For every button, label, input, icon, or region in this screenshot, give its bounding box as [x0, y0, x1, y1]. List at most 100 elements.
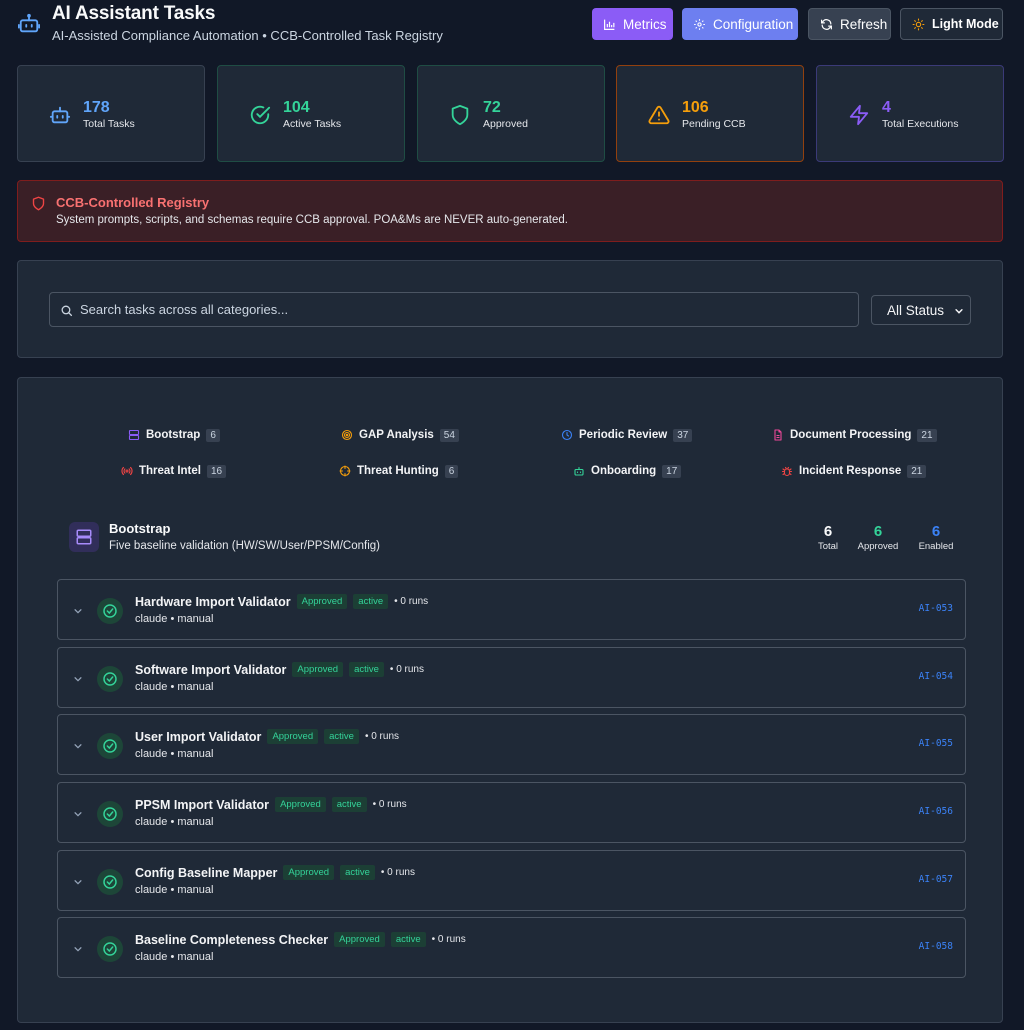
task-id: AI-055 — [918, 738, 953, 749]
server-icon — [128, 429, 140, 441]
category-label: Threat Hunting — [357, 465, 439, 477]
chevron-down-icon[interactable] — [73, 944, 83, 954]
check-circle-icon — [97, 666, 123, 692]
task-name: User Import Validator — [135, 729, 262, 744]
status-badge: Approved — [283, 865, 335, 880]
status-badge: Approved — [275, 797, 326, 812]
refresh-button[interactable]: Refresh — [808, 8, 891, 40]
section-stat-value: 6 — [931, 523, 941, 540]
server-icon — [76, 529, 92, 545]
sun-icon — [912, 18, 925, 30]
task-row[interactable]: PPSM Import Validator Approved active • … — [57, 782, 966, 843]
stat-label: Pending CCB — [682, 118, 746, 130]
chevron-down-icon[interactable] — [73, 674, 83, 684]
task-meta: claude • manual — [135, 884, 214, 896]
task-meta: claude • manual — [135, 951, 214, 963]
category-count: 21 — [907, 464, 927, 478]
check-circle-icon — [97, 733, 123, 759]
category-label: Periodic Review — [579, 429, 668, 441]
task-row[interactable]: Software Import Validator Approved activ… — [57, 647, 966, 708]
category-document-processing[interactable]: Document Processing 21 — [772, 427, 937, 443]
shield-icon — [449, 104, 471, 126]
stat-label: Total Tasks — [83, 118, 135, 130]
search-box[interactable] — [49, 292, 859, 327]
task-row[interactable]: Baseline Completeness Checker Approved a… — [57, 917, 966, 978]
check-circle-icon — [97, 936, 123, 962]
target-icon — [341, 429, 353, 441]
task-row[interactable]: Config Baseline Mapper Approved active •… — [57, 850, 966, 911]
light-mode-button-label: Light Mode — [932, 17, 999, 31]
configuration-button-label: Configuration — [713, 16, 794, 32]
category-periodic-review[interactable]: Periodic Review 37 — [561, 427, 693, 443]
category-count: 16 — [206, 464, 227, 478]
category-threat-intel[interactable]: Threat Intel 16 — [121, 463, 227, 479]
category-onboarding[interactable]: Onboarding 17 — [573, 463, 682, 479]
task-name: Hardware Import Validator — [135, 594, 291, 609]
chevron-down-icon[interactable] — [73, 606, 83, 616]
shield-icon — [31, 196, 46, 211]
page-subtitle: AI-Assisted Compliance Automation • CCB-… — [52, 28, 443, 43]
ccb-alert: CCB-Controlled Registry System prompts, … — [17, 180, 1003, 242]
task-row[interactable]: User Import Validator Approved active • … — [57, 714, 966, 775]
task-name: Software Import Validator — [135, 662, 287, 677]
status-badge: Approved — [267, 729, 319, 744]
task-id: AI-056 — [918, 806, 953, 817]
section-stat-value: 6 — [873, 523, 883, 540]
state-badge: active — [390, 932, 426, 947]
task-id: AI-053 — [918, 603, 953, 614]
light-mode-button[interactable]: Light Mode — [900, 8, 1003, 40]
clock-icon — [561, 429, 573, 441]
warning-icon — [648, 104, 670, 126]
status-filter-select[interactable]: All Status — [871, 295, 971, 325]
metrics-button[interactable]: Metrics — [592, 8, 673, 40]
robot-icon — [18, 13, 40, 35]
search-panel: All Status — [17, 260, 1003, 358]
search-icon — [60, 304, 73, 317]
state-badge: active — [324, 729, 359, 744]
category-count: 17 — [662, 464, 682, 478]
configuration-button[interactable]: Configuration — [682, 8, 798, 40]
task-meta: claude • manual — [135, 748, 214, 760]
category-bootstrap[interactable]: Bootstrap 6 — [128, 427, 220, 443]
alert-title: CCB-Controlled Registry — [56, 195, 210, 210]
category-count: 37 — [673, 428, 693, 442]
stat-label: Approved — [483, 118, 528, 130]
search-input[interactable] — [80, 293, 850, 326]
bar-chart-icon — [604, 19, 615, 30]
tasks-panel: Bootstrap 6 GAP Analysis 54 Periodic Rev… — [17, 377, 1003, 1023]
task-meta: claude • manual — [135, 816, 214, 828]
check-circle-icon — [249, 104, 271, 126]
category-count: 6 — [444, 464, 459, 478]
bug-icon — [781, 466, 793, 477]
robot-icon — [49, 104, 71, 126]
stat-value: 178 — [83, 99, 110, 116]
check-circle-icon — [97, 598, 123, 624]
status-badge: Approved — [296, 594, 348, 609]
stat-value: 4 — [882, 99, 891, 116]
check-circle-icon — [97, 869, 123, 895]
section-stat-label: Enabled — [918, 541, 954, 552]
category-label: Onboarding — [591, 465, 657, 477]
category-label: GAP Analysis — [359, 429, 434, 441]
status-badge: Approved — [334, 932, 385, 947]
gear-icon — [694, 18, 705, 30]
category-threat-hunting[interactable]: Threat Hunting 6 — [339, 463, 459, 479]
state-badge: active — [340, 865, 375, 880]
task-row[interactable]: Hardware Import Validator Approved activ… — [57, 579, 966, 640]
page-title: AI Assistant Tasks — [52, 3, 216, 24]
task-id: AI-058 — [918, 941, 953, 952]
category-incident-response[interactable]: Incident Response 21 — [781, 463, 927, 479]
stat-card-active-tasks: 104 Active Tasks — [217, 65, 405, 162]
section-description: Five baseline validation (HW/SW/User/PPS… — [109, 540, 380, 552]
chevron-down-icon[interactable] — [73, 809, 83, 819]
task-name: Config Baseline Mapper — [135, 865, 278, 880]
state-badge: active — [331, 797, 367, 812]
status-badge: Approved — [292, 662, 344, 677]
category-gap-analysis[interactable]: GAP Analysis 54 — [341, 427, 459, 443]
chevron-down-icon[interactable] — [73, 877, 83, 887]
stat-value: 106 — [682, 99, 709, 116]
task-id: AI-054 — [918, 671, 953, 682]
category-count: 6 — [206, 428, 220, 442]
category-label: Bootstrap — [146, 429, 201, 441]
chevron-down-icon[interactable] — [73, 741, 83, 751]
